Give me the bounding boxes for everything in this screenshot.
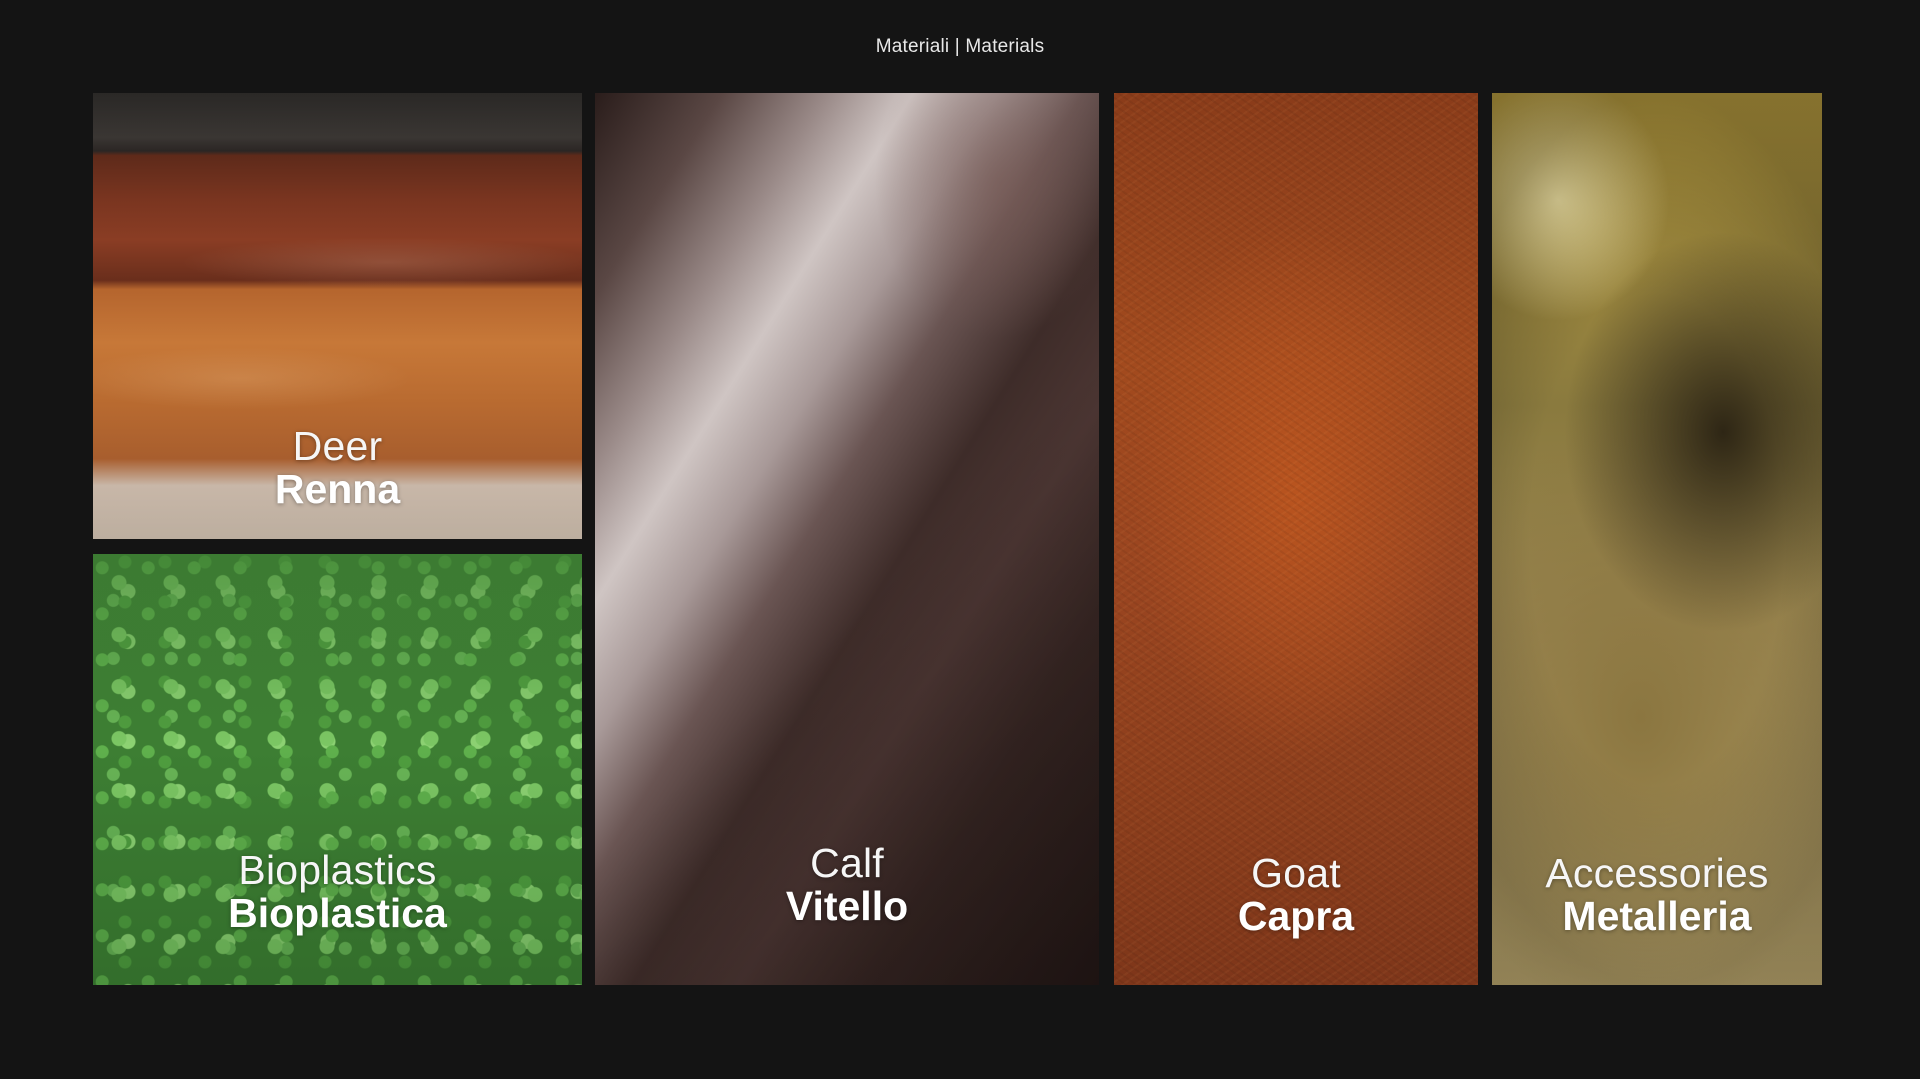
material-tile-deer[interactable]: Deer Renna	[93, 93, 582, 539]
material-label: Deer Renna	[93, 426, 582, 510]
material-tile-accessories[interactable]: Accessories Metalleria	[1492, 93, 1822, 985]
material-name-italian: Metalleria	[1562, 893, 1752, 939]
material-name-english: Goat	[1251, 850, 1341, 896]
material-tile-calf[interactable]: Calf Vitello	[595, 93, 1099, 985]
material-name-italian: Renna	[274, 466, 401, 512]
material-label: Accessories Metalleria	[1492, 853, 1822, 937]
material-name-english: Bioplastics	[238, 847, 437, 893]
material-name-italian: Bioplastica	[228, 890, 447, 936]
material-label: Goat Capra	[1114, 853, 1478, 937]
material-tile-bioplastics[interactable]: Bioplastics Bioplastica	[93, 554, 582, 985]
material-label: Bioplastics Bioplastica	[93, 850, 582, 934]
material-name-italian: Capra	[1237, 893, 1355, 939]
material-name-english: Calf	[810, 840, 884, 886]
material-label: Calf Vitello	[595, 843, 1099, 927]
material-name-english: Accessories	[1545, 850, 1769, 896]
material-tile-goat[interactable]: Goat Capra	[1114, 93, 1478, 985]
page-title: Materiali | Materials	[875, 36, 1045, 57]
material-name-english: Deer	[292, 423, 383, 469]
material-name-italian: Vitello	[785, 883, 909, 929]
